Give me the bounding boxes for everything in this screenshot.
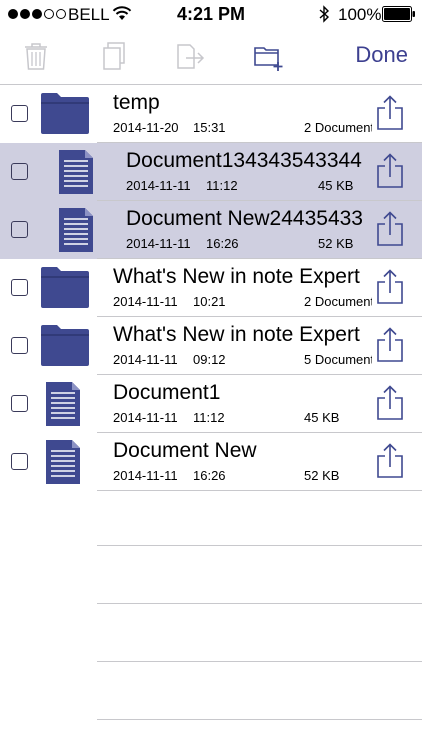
document-icon [58,207,94,253]
file-name: Document New24435433 [126,207,363,230]
file-date: 2014-11-11 [113,468,178,483]
toolbar: Done [0,30,422,85]
document-icon [45,381,81,427]
share-icon[interactable] [376,443,404,479]
file-time: 10:21 [193,294,226,309]
file-row[interactable]: Document New24435433 2014-11-11 16:26 52… [0,201,422,259]
battery-icon [382,6,415,22]
file-info: 52 KB [304,468,340,483]
folder-icon [40,323,90,367]
document-icon [58,149,94,195]
share-icon[interactable] [376,269,404,305]
file-date: 2014-11-11 [126,236,191,251]
trash-button[interactable] [20,40,52,72]
row-separator [97,490,422,491]
file-time: 11:12 [193,410,225,425]
select-checkbox[interactable] [11,221,28,238]
file-info: 2 Documents [304,294,372,309]
share-icon[interactable] [376,153,404,189]
empty-row-separator [97,545,422,546]
file-date: 2014-11-11 [113,294,178,309]
file-time: 16:26 [193,468,226,483]
share-icon[interactable] [376,385,404,421]
new-folder-icon [254,47,283,71]
file-time: 09:12 [193,352,226,367]
share-icon[interactable] [376,327,404,363]
file-time: 11:12 [206,178,238,193]
file-name: What's New in note Expert [113,323,360,346]
file-date: 2014-11-20 [113,120,179,135]
file-name: temp [113,91,160,114]
select-checkbox[interactable] [11,453,28,470]
copy-icon [103,42,125,70]
folder-icon [40,91,90,135]
file-name: Document134343543344 [126,149,362,172]
move-icon [177,44,205,69]
empty-row-separator [97,719,422,720]
file-name: Document1 [113,381,221,404]
file-info: 5 Documents [304,352,372,367]
bluetooth-icon [319,5,330,23]
file-row[interactable]: Document134343543344 2014-11-11 11:12 45… [0,143,422,201]
done-button[interactable]: Done [355,42,408,68]
file-row[interactable]: What's New in note Expert 2014-11-11 10:… [0,259,422,317]
file-date: 2014-11-11 [113,352,178,367]
select-checkbox[interactable] [11,163,28,180]
file-name: Document New [113,439,257,462]
empty-row-separator [97,661,422,662]
file-info: 2 Documents [304,120,372,135]
file-date: 2014-11-11 [126,178,191,193]
document-icon [45,439,81,485]
select-checkbox[interactable] [11,279,28,296]
select-checkbox[interactable] [11,395,28,412]
trash-icon [25,43,47,70]
status-bar: BELL 4:21 PM 100% [0,0,422,30]
file-row[interactable]: temp 2014-11-20 15:31 2 Documents [0,85,422,143]
file-time: 16:26 [206,236,239,251]
file-row[interactable]: Document New 2014-11-11 16:26 52 KB [0,433,422,491]
file-name: What's New in note Expert [113,265,360,288]
file-time: 15:31 [193,120,226,135]
file-info: 45 KB [304,410,340,425]
folder-icon [40,265,90,309]
share-icon[interactable] [376,95,404,131]
copy-button[interactable] [99,40,131,72]
new-folder-button[interactable] [252,40,286,72]
select-checkbox[interactable] [11,337,28,354]
file-row[interactable]: Document1 2014-11-11 11:12 45 KB [0,375,422,433]
share-icon[interactable] [376,211,404,247]
select-checkbox[interactable] [11,105,28,122]
file-row[interactable]: What's New in note Expert 2014-11-11 09:… [0,317,422,375]
move-button[interactable] [174,40,206,72]
file-date: 2014-11-11 [113,410,178,425]
battery-percentage: 100% [338,5,382,24]
empty-row-separator [97,603,422,604]
